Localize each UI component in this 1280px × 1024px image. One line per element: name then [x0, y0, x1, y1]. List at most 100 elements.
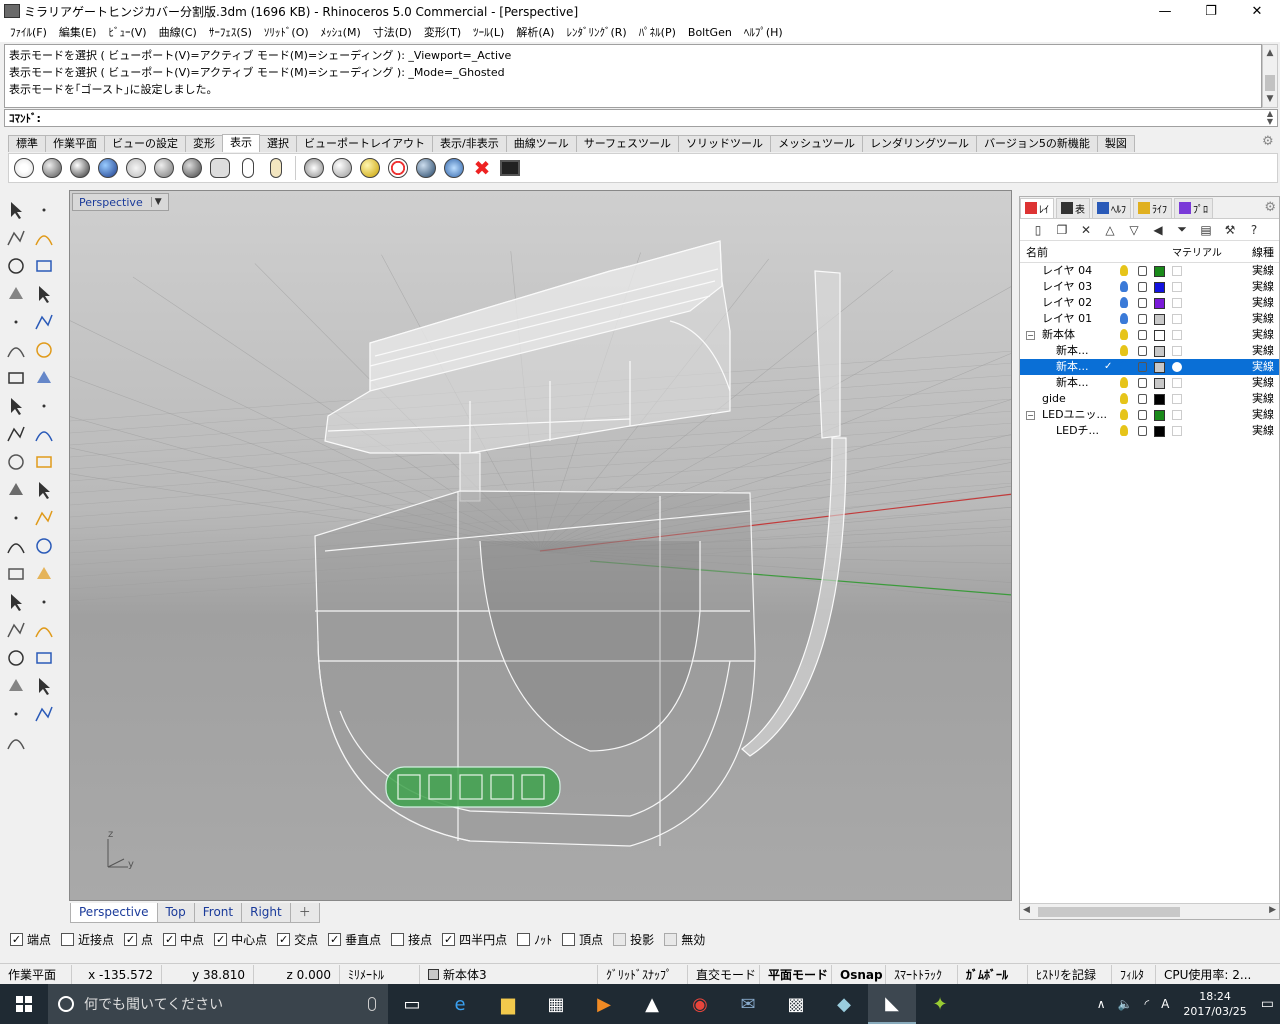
fillet-curve-icon[interactable] [30, 336, 58, 364]
delete-layer-icon[interactable]: ✕ [1074, 221, 1098, 239]
box-icon[interactable] [2, 392, 30, 420]
material-swatch[interactable] [1172, 394, 1182, 404]
layer-name[interactable]: 新本体 [1042, 327, 1075, 343]
osnap-option[interactable]: 頂点 [562, 931, 603, 948]
capsule-shaded-icon[interactable] [263, 155, 289, 181]
panel-tab[interactable]: ﾍﾙﾌ [1092, 197, 1131, 218]
viewport-tab[interactable]: Front [193, 903, 243, 923]
menu-item[interactable]: 曲線(C) [153, 24, 203, 40]
layer-linetype[interactable]: 実線 [1252, 311, 1274, 327]
lightbulb-icon[interactable] [1120, 345, 1128, 356]
material-swatch[interactable] [1172, 298, 1182, 308]
osnap-checkbox[interactable] [613, 932, 627, 946]
osnap-checkbox[interactable] [562, 932, 576, 946]
rendered-sphere-icon[interactable] [67, 155, 93, 181]
new-layer-icon[interactable]: ▯ [1026, 221, 1050, 239]
history-scrollbar[interactable]: ▲ ▼ [1262, 44, 1278, 108]
explode-icon[interactable] [2, 448, 30, 476]
cortana-search[interactable]: 何でも聞いてください [48, 984, 388, 1024]
check-icon[interactable] [30, 672, 58, 700]
command-spin-icon[interactable]: ▲ ▼ [1263, 110, 1277, 126]
layer-row[interactable]: 新本... 実線 [1020, 343, 1279, 359]
lock-icon[interactable] [1138, 426, 1147, 436]
move-parent-icon[interactable]: ◀ [1146, 221, 1170, 239]
layer-color-swatch[interactable] [1154, 282, 1165, 293]
scroll-thumb[interactable] [1265, 75, 1275, 91]
layer-linetype[interactable]: 実線 [1252, 279, 1274, 295]
osnap-option[interactable]: ﾉｯﾄ [517, 931, 552, 948]
ime-indicator[interactable]: A [1155, 997, 1175, 1011]
layer-color-swatch[interactable] [1154, 346, 1165, 357]
point-icon[interactable] [30, 196, 58, 224]
osnap-checkbox[interactable]: ✓ [10, 932, 23, 946]
material-swatch[interactable] [1172, 314, 1182, 324]
layer-row[interactable]: レイヤ 03 実線 [1020, 279, 1279, 295]
edge-icon[interactable]: e [436, 984, 484, 1024]
layer-linetype[interactable]: 実線 [1252, 295, 1274, 311]
new-sublayer-icon[interactable]: ❐ [1050, 221, 1074, 239]
rectangle-icon[interactable] [30, 308, 58, 336]
lightbulb-icon[interactable] [1120, 377, 1128, 388]
toolbar-tab[interactable]: 表示/非表示 [432, 135, 507, 152]
scroll-right-icon[interactable]: ▶ [1269, 905, 1276, 915]
lightbulb-icon[interactable] [1120, 361, 1128, 372]
viewport-tab[interactable]: Perspective [70, 903, 158, 923]
layer-linetype[interactable]: 実線 [1252, 327, 1274, 343]
layer-row[interactable]: レイヤ 04 実線 [1020, 263, 1279, 279]
move-down-icon[interactable]: ▽ [1122, 221, 1146, 239]
layer-color-swatch[interactable] [1154, 426, 1165, 437]
clock[interactable]: 18:24 2017/03/25 [1175, 989, 1254, 1019]
menu-item[interactable]: ｿﾘｯﾄﾞ(O) [258, 24, 315, 40]
lightbulb-icon[interactable] [1120, 329, 1128, 340]
osnap-checkbox[interactable]: ✓ [328, 932, 342, 946]
trim-icon[interactable] [2, 476, 30, 504]
layer-color-swatch[interactable] [1154, 330, 1165, 341]
capsule-icon[interactable] [235, 155, 261, 181]
panel-gear-icon[interactable]: ⚙ [1264, 200, 1276, 215]
network-icon[interactable]: ◜ [1138, 997, 1155, 1011]
media-player-icon[interactable]: ▶ [580, 984, 628, 1024]
led-unit-part[interactable] [385, 766, 561, 808]
material-swatch[interactable] [1172, 410, 1182, 420]
panel-tab[interactable]: ﾚｲ [1020, 197, 1054, 218]
tools-icon[interactable]: ⚒ [1218, 221, 1242, 239]
gear-icon[interactable]: ⚙ [1262, 134, 1278, 150]
menu-item[interactable]: 寸法(D) [367, 24, 418, 40]
layer-row[interactable]: − LEDユニッ... 実線 [1020, 407, 1279, 423]
current-layer-status[interactable]: 新本体3 [420, 964, 598, 985]
mirror-icon[interactable] [30, 588, 58, 616]
units-status[interactable]: ﾐﾘﾒｰﾄﾙ [340, 964, 420, 985]
array-icon[interactable] [2, 588, 30, 616]
menu-item[interactable]: ﾌｧｲﾙ(F) [4, 24, 53, 40]
viewport-dropdown-icon[interactable]: ▼ [150, 197, 162, 207]
viewport-tab[interactable]: ＋ [289, 903, 320, 923]
layer-color-swatch[interactable] [1154, 298, 1165, 309]
material-swatch[interactable] [1172, 330, 1182, 340]
toolbar-tab[interactable]: ビューの設定 [104, 135, 186, 152]
layer-row[interactable]: 新本... ✓ 実線 [1020, 359, 1279, 375]
viewport-canvas[interactable]: z y [70, 191, 1012, 901]
layer-row[interactable]: LEDチ... 実線 [1020, 423, 1279, 439]
curve-icon[interactable] [30, 224, 58, 252]
toolbar-tab[interactable]: ビューポートレイアウト [296, 135, 433, 152]
xray-sphere-icon[interactable] [123, 155, 149, 181]
store-icon[interactable]: ▦ [532, 984, 580, 1024]
layer-name[interactable]: レイヤ 01 [1042, 311, 1092, 327]
artistic-sphere-icon[interactable] [179, 155, 205, 181]
material-swatch[interactable] [1172, 378, 1182, 388]
scroll-up-icon[interactable]: ▲ [1263, 45, 1277, 61]
panel-tab[interactable]: 表 [1056, 197, 1090, 218]
menu-item[interactable]: 編集(E) [53, 24, 103, 40]
layer-linetype[interactable]: 実線 [1252, 359, 1274, 375]
lock-icon[interactable] [1138, 330, 1147, 340]
osnap-checkbox[interactable]: ✓ [442, 932, 456, 946]
material-swatch[interactable] [1172, 346, 1182, 356]
toolbar-tab[interactable]: 選択 [259, 135, 297, 152]
layer-color-swatch[interactable] [1154, 362, 1165, 373]
split-icon[interactable] [30, 448, 58, 476]
minimize-button[interactable]: — [1142, 0, 1188, 22]
pen-mode-icon[interactable] [207, 155, 233, 181]
gold-sphere-icon[interactable] [357, 155, 383, 181]
toolbar-tab[interactable]: メッシュツール [770, 135, 864, 152]
top-cover-part[interactable] [324, 240, 731, 454]
